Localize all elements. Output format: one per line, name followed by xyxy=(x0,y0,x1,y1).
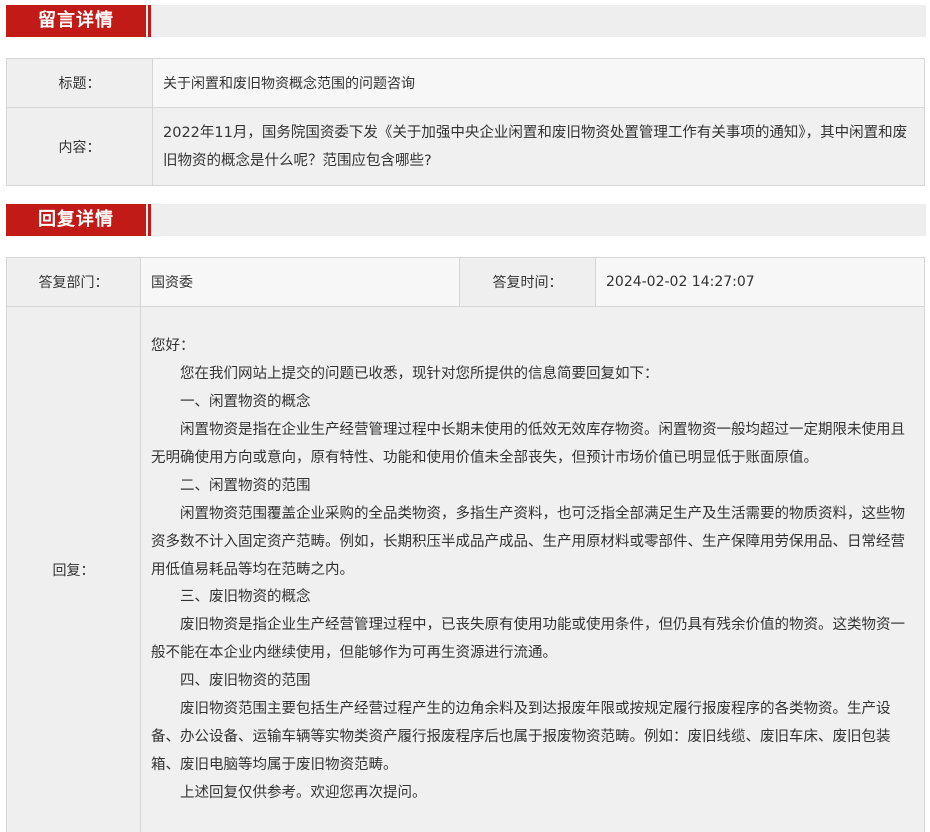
reply-section-header: 回复详情 xyxy=(6,204,926,236)
reply-paragraph: 废旧物资范围主要包括生产经营过程产生的边角余料及到达报废年限或按规定履行报废程序… xyxy=(151,701,891,773)
reply-heading: 三、废旧物资的概念 xyxy=(180,589,311,606)
reply-section-title: 回复详情 xyxy=(6,204,151,236)
time-label: 答复时间： xyxy=(459,257,596,307)
reply-paragraph: 闲置物资是指在企业生产经营管理过程中长期未使用的低效无效库存物资。闲置物资一般均… xyxy=(151,422,905,466)
reply-paragraph: 闲置物资范围覆盖企业采购的全品类物资，多指生产资料，也可泛指全部满足生产及生活需… xyxy=(151,505,905,578)
reply-body: 您好： 您在我们网站上提交的问题已收悉，现针对您所提供的信息简要回复如下： 一、… xyxy=(141,323,924,815)
message-section-title: 留言详情 xyxy=(6,5,151,37)
message-detail-table: 标题： 关于闲置和废旧物资概念范围的问题咨询 内容： 2022年11月，国务院国… xyxy=(6,58,925,186)
reply-detail-table: 答复部门： 国资委 答复时间： 2024-02-02 14:27:07 回复： … xyxy=(6,257,925,832)
dept-value: 国资委 xyxy=(140,257,460,307)
reply-meta-row: 答复部门： 国资委 答复时间： 2024-02-02 14:27:07 xyxy=(6,257,925,307)
message-title-row: 标题： 关于闲置和废旧物资概念范围的问题咨询 xyxy=(6,58,925,108)
title-value: 关于闲置和废旧物资概念范围的问题咨询 xyxy=(152,58,925,108)
reply-heading: 二、闲置物资的范围 xyxy=(180,477,311,494)
title-label: 标题： xyxy=(6,58,153,108)
reply-paragraph: 您在我们网站上提交的问题已收悉，现针对您所提供的信息简要回复如下： xyxy=(180,366,659,383)
reply-body-row: 回复： 您好： 您在我们网站上提交的问题已收悉，现针对您所提供的信息简要回复如下… xyxy=(6,306,925,832)
reply-paragraph: 您好： xyxy=(151,338,195,355)
reply-heading: 四、废旧物资的范围 xyxy=(180,673,311,690)
content-value: 2022年11月，国务院国资委下发《关于加强中央企业闲置和废旧物资处置管理工作有… xyxy=(163,124,908,169)
reply-paragraph: 废旧物资是指企业生产经营管理过程中，已丧失原有使用功能或使用条件，但仍具有残余价… xyxy=(151,617,905,662)
message-section-header: 留言详情 xyxy=(6,5,926,37)
message-content-row: 内容： 2022年11月，国务院国资委下发《关于加强中央企业闲置和废旧物资处置管… xyxy=(6,107,925,186)
reply-heading: 一、闲置物资的概念 xyxy=(180,394,311,411)
content-label: 内容： xyxy=(6,107,153,186)
dept-label: 答复部门： xyxy=(6,257,141,307)
reply-cell: 您好： 您在我们网站上提交的问题已收悉，现针对您所提供的信息简要回复如下： 一、… xyxy=(140,306,925,832)
reply-closing: 上述回复仅供参考。欢迎您再次提问。 xyxy=(180,784,427,801)
content-cell: 2022年11月，国务院国资委下发《关于加强中央企业闲置和废旧物资处置管理工作有… xyxy=(152,107,925,186)
reply-label: 回复： xyxy=(6,306,141,832)
time-value: 2024-02-02 14:27:07 xyxy=(595,257,925,307)
